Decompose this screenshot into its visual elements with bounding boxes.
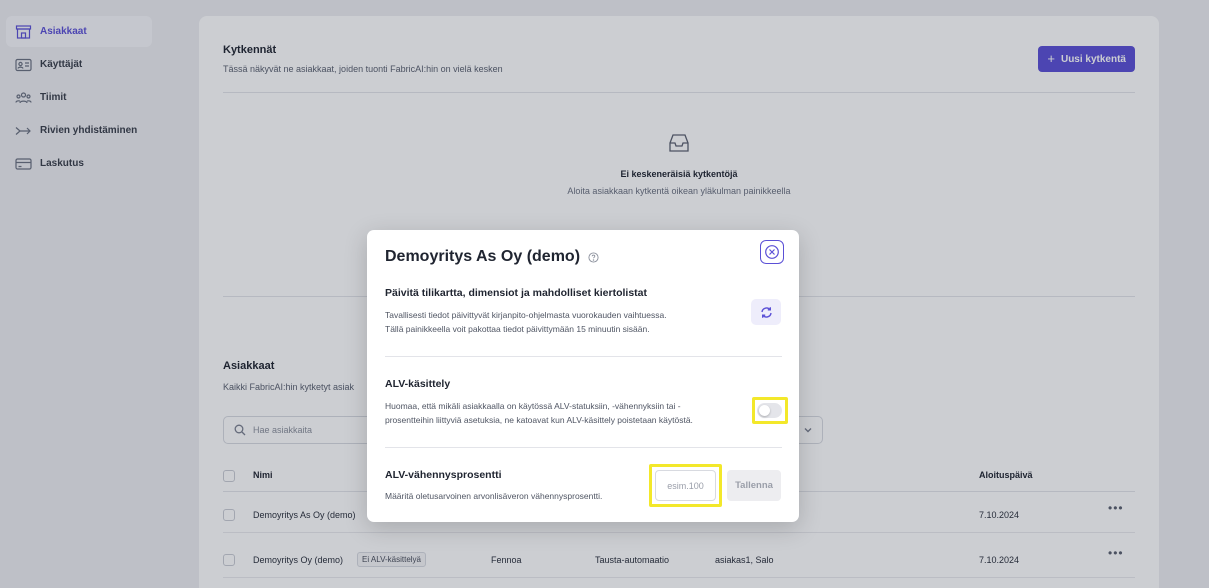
modal-title: Demoyritys As Oy (demo) [385, 248, 599, 266]
vat-desc-line: Huomaa, että mikäli asiakkaalla on käytö… [385, 401, 681, 411]
refresh-section-desc: Tavallisesti tiedot päivittyvät kirjanpi… [385, 308, 667, 336]
refresh-desc-line: Tällä painikkeella voit pakottaa tiedot … [385, 324, 650, 334]
vat-pct-desc: Määritä oletusarvoinen arvonlisäveron vä… [385, 491, 603, 501]
close-icon [765, 245, 779, 259]
vat-desc-line: prosentteihin liittyviä asetuksia, ne ka… [385, 415, 693, 425]
help-icon[interactable] [588, 251, 599, 263]
vat-percentage-input[interactable] [655, 470, 716, 501]
toggle-knob [759, 405, 770, 416]
refresh-desc-line: Tavallisesti tiedot päivittyvät kirjanpi… [385, 310, 667, 320]
save-button[interactable]: Tallenna [727, 470, 781, 501]
customer-settings-modal: Demoyritys As Oy (demo) Päivitä tilikart… [367, 230, 799, 522]
close-button[interactable] [760, 240, 784, 264]
vat-toggle[interactable] [757, 403, 782, 418]
vat-pct-title: ALV-vähennysprosentti [385, 469, 502, 481]
refresh-section-title: Päivitä tilikartta, dimensiot ja mahdoll… [385, 287, 647, 299]
vat-section-desc: Huomaa, että mikäli asiakkaalla on käytö… [385, 399, 693, 427]
modal-title-text: Demoyritys As Oy (demo) [385, 248, 581, 265]
refresh-icon [760, 306, 772, 318]
vat-section-title: ALV-käsittely [385, 378, 451, 390]
divider [385, 447, 782, 448]
divider [385, 356, 782, 357]
refresh-button[interactable] [751, 299, 781, 325]
